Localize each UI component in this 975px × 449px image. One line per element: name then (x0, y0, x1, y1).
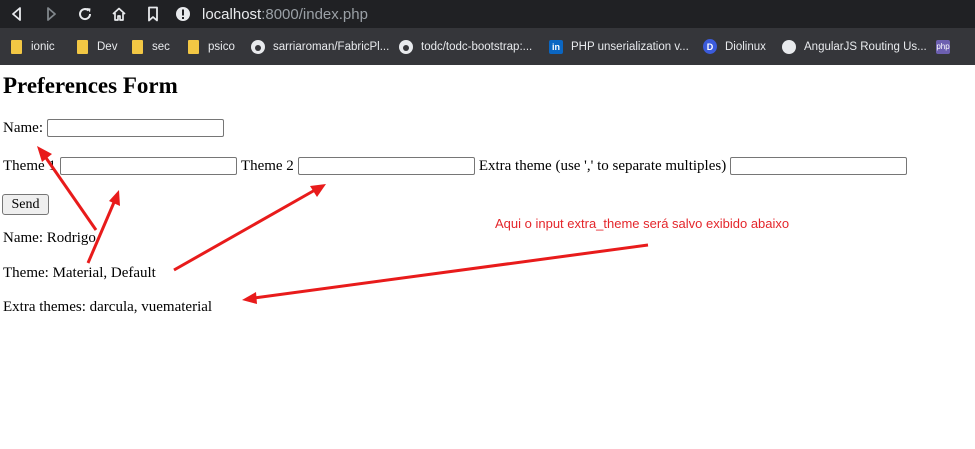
home-button[interactable] (102, 0, 136, 28)
name-row: Name: (3, 119, 228, 137)
bookmark-ionic[interactable]: ionic (9, 28, 56, 65)
output-theme: Theme: Material, Default (3, 265, 156, 281)
bookmark-label: sarriaroman/FabricPl... (273, 40, 390, 53)
url-text: localhost:8000/index.php (202, 5, 368, 23)
back-button[interactable] (0, 0, 34, 28)
forward-icon (47, 7, 56, 21)
bookmark-fabricplugin[interactable]: sarriaroman/FabricPl... (251, 28, 390, 65)
github-icon (251, 39, 265, 54)
output-extra-themes: Extra themes: darcula, vuematerial (3, 299, 213, 315)
bookmark-psico[interactable]: psico (186, 28, 236, 65)
bookmark-label: Diolinux (725, 40, 766, 53)
bookmark-dev[interactable]: Dev (75, 28, 118, 65)
forward-button[interactable] (34, 0, 68, 28)
back-icon (12, 7, 21, 21)
diolinux-icon: D (703, 39, 717, 54)
extra-theme-input[interactable] (730, 157, 908, 175)
bookmark-label: ionic (31, 40, 55, 53)
php-icon: php (936, 39, 950, 54)
folder-icon (75, 39, 89, 54)
send-button[interactable]: Send (2, 194, 49, 215)
browser-toolbar: localhost:8000/index.php (0, 0, 975, 28)
home-icon (112, 7, 126, 21)
annotation-text: Aqui o input extra_theme será salvo exib… (495, 216, 790, 231)
bookmark-label: sec (152, 40, 170, 53)
extra-theme-label: Extra theme (use ',' to separate multipl… (478, 157, 727, 174)
bookmark-button[interactable] (136, 0, 170, 28)
bookmark-label: psico (208, 40, 235, 53)
github-icon (399, 39, 413, 54)
bookmark-star-icon (148, 6, 158, 22)
globe-icon (782, 39, 796, 54)
page-content: Preferences Form Name: Theme 1 Theme 2 E… (0, 65, 975, 449)
theme2-label: Theme 2 (240, 157, 294, 174)
bookmarks-bar: ionic Dev sec psico sarriaroman/FabricPl… (0, 28, 975, 65)
theme2-input[interactable] (297, 157, 475, 175)
theme1-label: Theme 1 (3, 157, 56, 174)
folder-icon (130, 39, 144, 54)
bookmark-diolinux[interactable]: D Diolinux (703, 28, 769, 65)
name-input[interactable] (46, 119, 224, 137)
folder-icon (9, 39, 23, 54)
address-bar[interactable]: localhost:8000/index.php (166, 0, 975, 28)
bookmark-todc-bootstrap[interactable]: todc/todc-bootstrap:... (399, 28, 535, 65)
reload-button[interactable] (68, 0, 102, 28)
bookmark-php[interactable]: php (936, 28, 958, 65)
site-info-icon[interactable] (174, 5, 192, 23)
bookmark-label: todc/todc-bootstrap:... (421, 40, 533, 53)
bookmark-label: AngularJS Routing Us... (804, 40, 927, 53)
name-label: Name: (3, 119, 43, 136)
bookmark-sec[interactable]: sec (130, 28, 174, 65)
bookmark-label: PHP unserialization v... (571, 40, 689, 53)
reload-icon (79, 8, 92, 21)
folder-icon (186, 39, 200, 54)
bookmark-angularjs-routing[interactable]: AngularJS Routing Us... (782, 28, 927, 65)
themes-row: Theme 1 Theme 2 Extra theme (use ',' to … (3, 157, 911, 175)
output-name: Name: Rodrigo (3, 230, 96, 246)
linkedin-icon: in (549, 39, 563, 54)
bookmark-php-unserialization[interactable]: in PHP unserialization v... (549, 28, 689, 65)
theme1-input[interactable] (59, 157, 237, 175)
page-title: Preferences Form (3, 73, 178, 98)
bookmark-label: Dev (97, 40, 118, 53)
